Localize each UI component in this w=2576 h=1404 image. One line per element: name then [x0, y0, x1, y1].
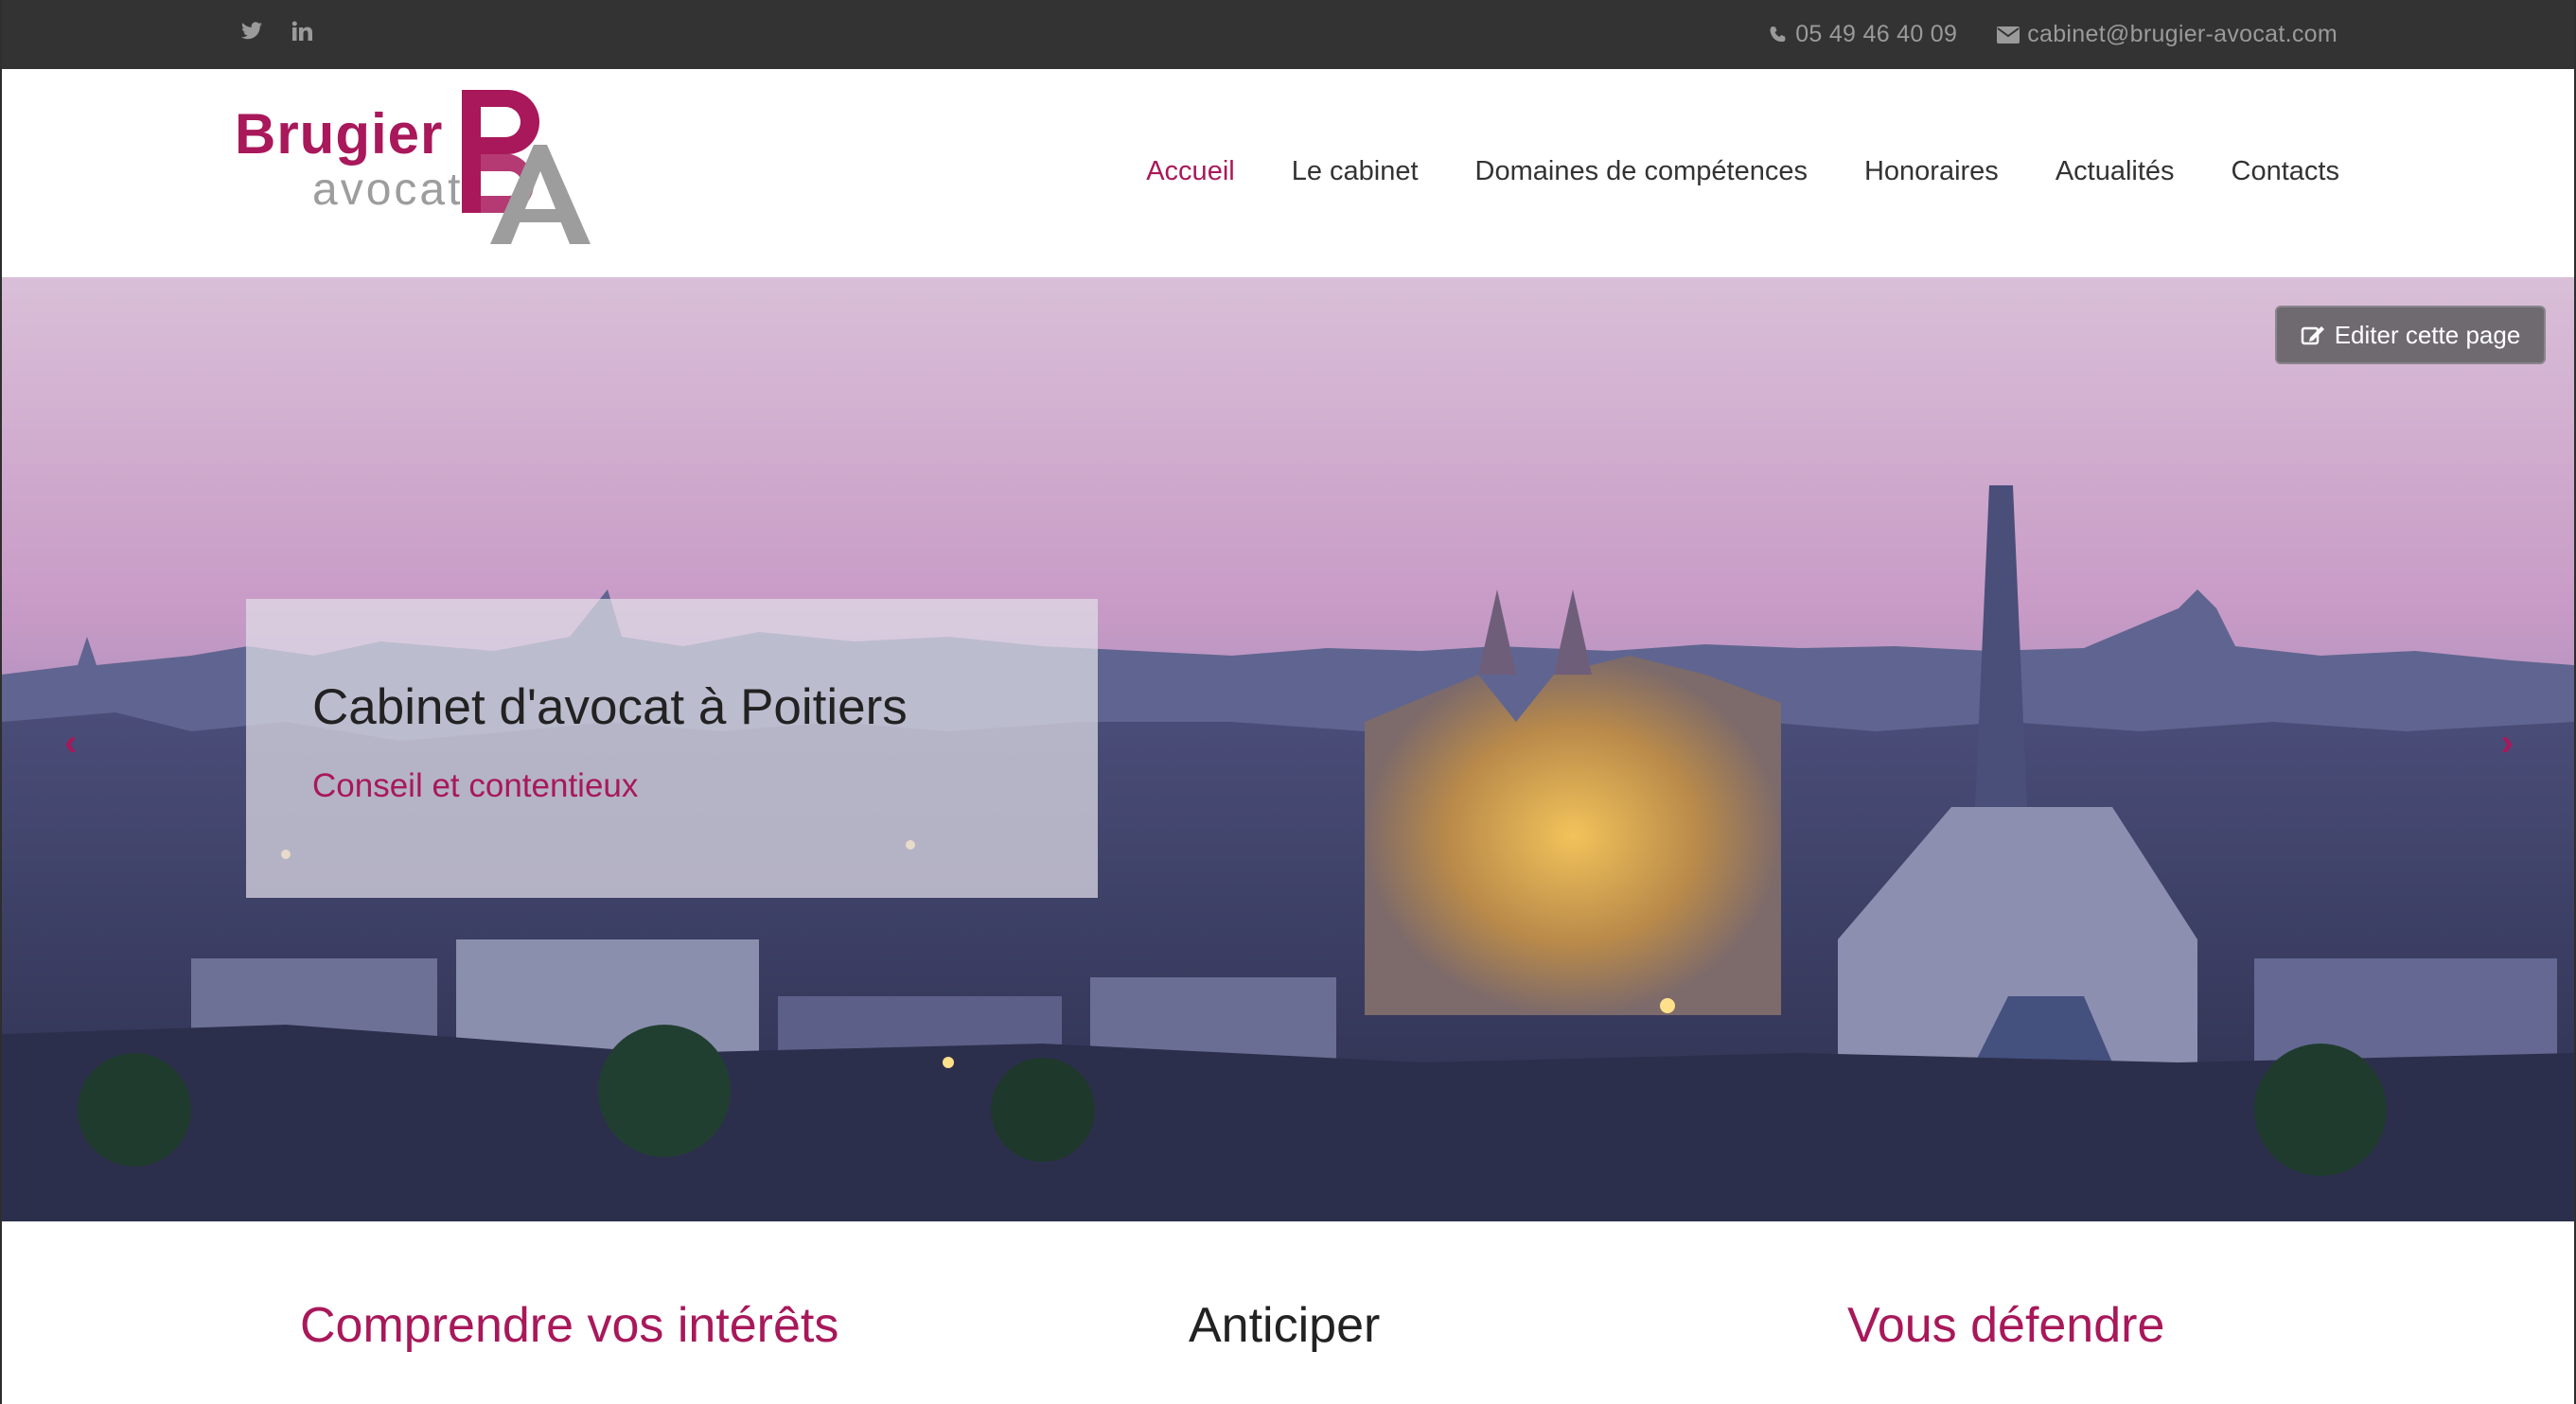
- phone-icon: [1770, 26, 1786, 42]
- contact-info: 05 49 46 40 09 cabinet@brugier-avocat.co…: [1769, 21, 2338, 48]
- envelope-icon: [1997, 26, 2020, 44]
- hero-title: Cabinet d'avocat à Poitiers: [312, 679, 908, 735]
- top-bar: 05 49 46 40 09 cabinet@brugier-avocat.co…: [2, 0, 2574, 69]
- nav-item-domaines[interactable]: Domaines de compétences: [1475, 156, 1808, 187]
- carousel-prev-icon[interactable]: ‹: [64, 722, 77, 764]
- email-link[interactable]: cabinet@brugier-avocat.com: [1997, 21, 2338, 48]
- hero-caption-box: Cabinet d'avocat à Poitiers Conseil et c…: [246, 599, 1098, 898]
- nav-item-le-cabinet[interactable]: Le cabinet: [1292, 156, 1419, 187]
- site-logo[interactable]: Brugier avocat: [235, 88, 594, 249]
- twitter-icon[interactable]: [240, 22, 263, 45]
- nav-item-actualites[interactable]: Actualités: [2056, 156, 2175, 187]
- phone-number: 05 49 46 40 09: [1795, 21, 1958, 47]
- logo-brand-text: Brugier: [235, 102, 444, 166]
- linkedin-icon[interactable]: [291, 21, 312, 46]
- feature-heading-defendre: Vous défendre: [1847, 1298, 2165, 1353]
- social-links: [240, 21, 312, 46]
- email-address: cabinet@brugier-avocat.com: [2027, 21, 2338, 47]
- feature-heading-anticiper: Anticiper: [1189, 1298, 1381, 1353]
- edit-page-label: Editer cette page: [2334, 320, 2521, 349]
- edit-icon: [2301, 326, 2324, 345]
- main-nav: Accueil Le cabinet Domaines de compétenc…: [1146, 156, 2339, 187]
- feature-heading-comprendre: Comprendre vos intérêts: [300, 1298, 839, 1353]
- hero-carousel: Cabinet d'avocat à Poitiers Conseil et c…: [2, 277, 2574, 1221]
- nav-item-honoraires[interactable]: Honoraires: [1864, 156, 1999, 187]
- edit-page-button[interactable]: Editer cette page: [2275, 306, 2546, 364]
- site-header: Brugier avocat Accueil Le cabinet Domain…: [2, 69, 2574, 277]
- logo-mark-icon: [462, 90, 591, 244]
- hero-subtitle: Conseil et contentieux: [312, 767, 639, 804]
- carousel-next-icon[interactable]: ›: [2501, 722, 2514, 764]
- page: 05 49 46 40 09 cabinet@brugier-avocat.co…: [2, 0, 2574, 1404]
- phone-link[interactable]: 05 49 46 40 09: [1769, 21, 1957, 48]
- logo-sub-text: avocat: [312, 165, 464, 215]
- features-section: Comprendre vos intérêts Anticiper Vous d…: [2, 1221, 2574, 1404]
- nav-item-contacts[interactable]: Contacts: [2232, 156, 2339, 187]
- nav-item-accueil[interactable]: Accueil: [1146, 156, 1235, 187]
